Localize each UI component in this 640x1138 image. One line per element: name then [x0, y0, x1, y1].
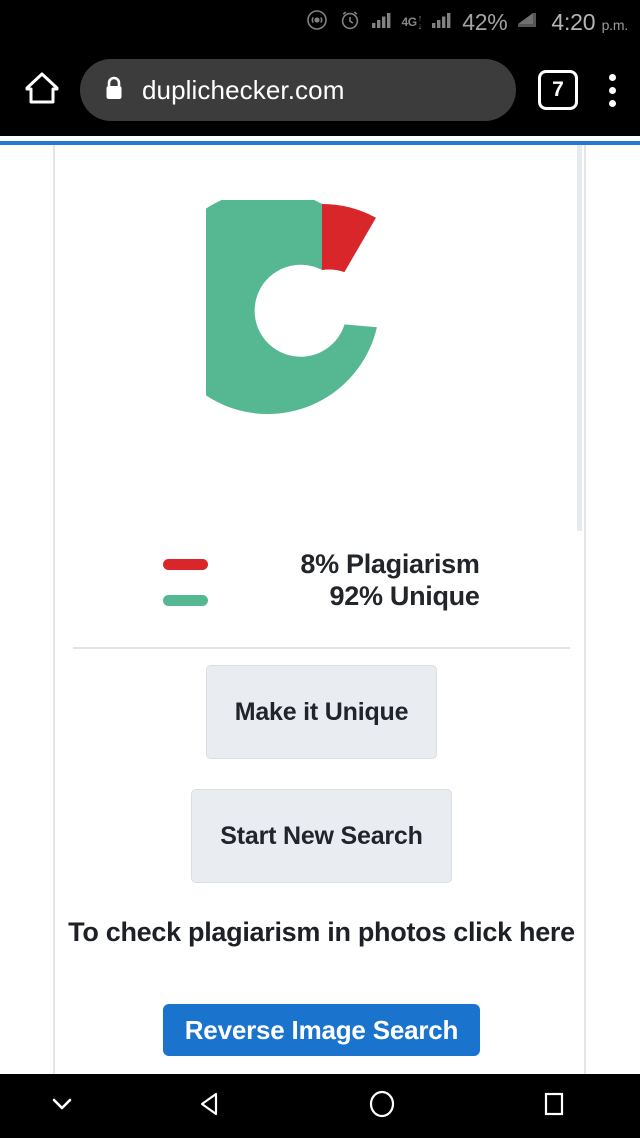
alarm-icon	[338, 8, 362, 37]
clock-time: 4:20 p.m.	[551, 9, 628, 36]
donut-slice-plagiarism	[321, 203, 376, 273]
hide-keyboard-button[interactable]	[0, 1087, 124, 1126]
plagiarism-donut-chart	[55, 200, 588, 432]
tab-switcher-button[interactable]: 7	[538, 70, 578, 110]
legend-label-unique: 92% Unique	[329, 581, 480, 611]
chart-legend: 8% Plagiarism 92% Unique	[55, 549, 588, 612]
signal-bars-2-icon	[431, 10, 453, 35]
recents-square-icon	[537, 1087, 571, 1126]
overflow-menu-icon[interactable]	[584, 62, 640, 118]
clock-ampm: p.m.	[601, 16, 629, 33]
tab-count-label: 7	[552, 78, 564, 101]
legend-swatch-unique	[163, 595, 209, 606]
status-bar: 4G ↑ ↓ 42% 4:20 p.m.	[0, 0, 640, 44]
reverse-image-search-wrap: Reverse Image Search	[55, 1004, 588, 1056]
clock-time-value: 4:20	[551, 8, 596, 35]
cast-icon	[305, 8, 329, 37]
back-button[interactable]	[124, 1086, 296, 1127]
home-icon	[20, 66, 64, 115]
reverse-image-search-button[interactable]: Reverse Image Search	[162, 1004, 481, 1056]
donut-chart-svg	[205, 200, 377, 414]
lock-icon	[102, 74, 126, 107]
start-new-search-button[interactable]: Start New Search	[191, 789, 452, 883]
phone-screen: 4G ↑ ↓ 42% 4:20 p.m. duplichecker.com 7 …	[0, 0, 640, 1138]
battery-icon	[516, 11, 542, 34]
legend-swatches	[163, 555, 209, 606]
url-text: duplichecker.com	[142, 74, 345, 105]
results-card: 8% Plagiarism 92% Unique Make it Unique …	[53, 145, 586, 1074]
browser-toolbar: duplichecker.com 7	[0, 44, 640, 136]
recents-button[interactable]	[468, 1087, 640, 1126]
action-buttons: Make it Unique Start New Search	[55, 665, 588, 883]
android-navigation-bar	[0, 1074, 640, 1138]
legend-label-plagiarism: 8% Plagiarism	[300, 549, 480, 579]
home-circle-icon	[364, 1086, 400, 1127]
section-divider	[73, 647, 570, 649]
url-bar[interactable]: duplichecker.com	[80, 59, 516, 121]
battery-percent-label: 42%	[462, 8, 508, 35]
arrows-updown-icon: 4G ↑ ↓	[401, 13, 423, 31]
home-button[interactable]	[8, 66, 76, 115]
make-it-unique-button[interactable]: Make it Unique	[205, 665, 438, 759]
legend-swatch-plagiarism	[163, 559, 209, 570]
signal-bars-icon	[371, 10, 393, 35]
legend-labels: 8% Plagiarism 92% Unique	[300, 549, 480, 612]
web-page-viewport: 8% Plagiarism 92% Unique Make it Unique …	[0, 136, 640, 1074]
home-button-nav[interactable]	[296, 1086, 468, 1127]
promo-text: To check plagiarism in photos click here	[68, 917, 575, 947]
back-triangle-icon	[192, 1086, 228, 1127]
chevron-down-icon	[45, 1087, 79, 1126]
